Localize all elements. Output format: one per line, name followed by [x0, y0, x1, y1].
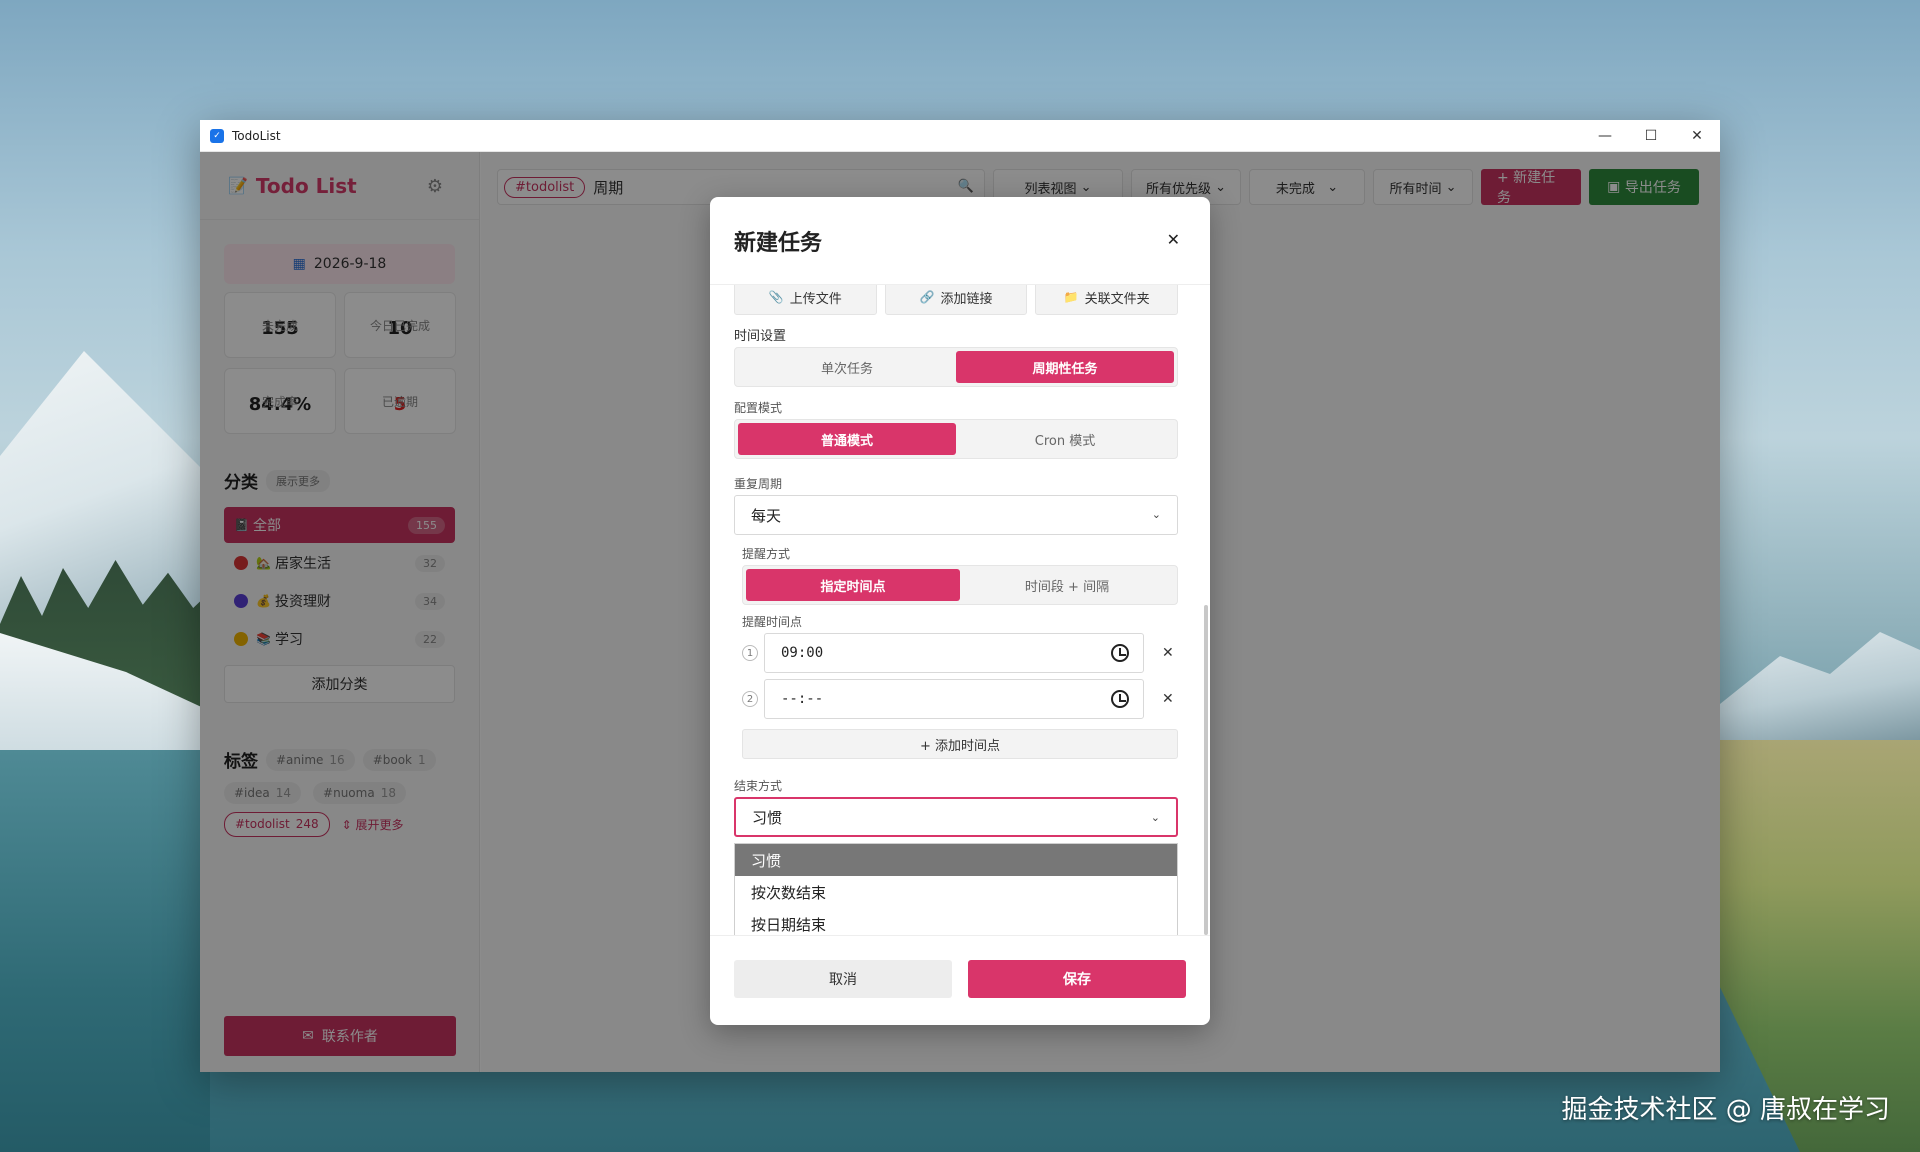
remove-time-icon[interactable]: ✕ [1162, 691, 1174, 707]
time-value: 09:00 [781, 645, 824, 661]
remind-time-row: 1 09:00 ✕ [742, 633, 1178, 673]
interval-option[interactable]: 时间段 + 间隔 [960, 569, 1174, 601]
time-value: --:-- [781, 691, 824, 707]
end-label: 结束方式 [734, 779, 783, 793]
repeat-value: 每天 [751, 506, 782, 525]
time-settings-label: 时间设置 [734, 329, 787, 344]
add-time-button[interactable]: + 添加时间点 [742, 729, 1178, 759]
folder-icon: 📁 [1063, 290, 1079, 304]
dialog-footer: 取消 保存 [710, 935, 1210, 1025]
remind-time-row: 2 --:-- ✕ [742, 679, 1178, 719]
cron-mode-option[interactable]: Cron 模式 [956, 423, 1174, 455]
end-dropdown: 习惯 按次数结束 按日期结束 [734, 843, 1178, 935]
remind-times-label: 提醒时间点 [742, 615, 803, 629]
watermark: 掘金技术社区 @ 唐叔在学习 [1561, 1095, 1890, 1125]
fixed-time-option[interactable]: 指定时间点 [746, 569, 960, 601]
recurring-task-option[interactable]: 周期性任务 [956, 351, 1174, 383]
upload-file-button[interactable]: 📎 上传文件 [734, 285, 877, 315]
maximize-icon[interactable]: ☐ [1628, 120, 1674, 152]
clock-icon[interactable] [1111, 690, 1129, 708]
remove-time-icon[interactable]: ✕ [1162, 645, 1174, 661]
dialog-header: 新建任务 ✕ [710, 197, 1210, 285]
dialog-body: 📎 上传文件 🔗 添加链接 📁 关联文件夹 时间设置 单次任务 周期性任务 配置模式 … [710, 285, 1210, 935]
dialog-title: 新建任务 [734, 230, 823, 256]
config-mode-toggle: 普通模式 Cron 模式 [734, 419, 1178, 459]
normal-mode-option[interactable]: 普通模式 [738, 423, 956, 455]
dropdown-option[interactable]: 按日期结束 [735, 908, 1177, 935]
app-icon: ✓ [210, 128, 224, 143]
row-index: 1 [742, 645, 758, 661]
dialog-scrollbar[interactable] [1204, 605, 1208, 935]
repeat-select[interactable]: 每天 ⌄ [734, 495, 1178, 535]
time-input[interactable]: 09:00 [764, 633, 1144, 673]
link-icon: 🔗 [919, 290, 935, 304]
background-mountain-right [1720, 632, 1920, 740]
chevron-down-icon: ⌄ [1151, 508, 1161, 521]
link-folder-button[interactable]: 📁 关联文件夹 [1035, 285, 1179, 315]
remind-mode-toggle: 指定时间点 时间段 + 间隔 [742, 565, 1178, 605]
minimize-icon[interactable]: — [1582, 120, 1628, 152]
single-task-option[interactable]: 单次任务 [738, 351, 956, 383]
dropdown-option[interactable]: 按次数结束 [735, 876, 1177, 908]
cancel-button[interactable]: 取消 [734, 960, 952, 998]
background-lake-left [0, 750, 210, 1152]
dropdown-option[interactable]: 习惯 [735, 844, 1177, 876]
add-link-button[interactable]: 🔗 添加链接 [884, 285, 1028, 315]
end-value: 习惯 [752, 808, 783, 827]
new-task-dialog: 新建任务 ✕ 📎 上传文件 🔗 添加链接 📁 关联文件夹 时间设置 单次任务 周期性任… [710, 197, 1210, 1025]
repeat-label: 重复周期 [734, 477, 783, 491]
chevron-down-icon: ⌄ [1150, 811, 1160, 824]
attachment-row: 📎 上传文件 🔗 添加链接 📁 关联文件夹 [734, 285, 1179, 315]
title-bar: ✓ TodoList — ☐ ✕ [200, 120, 1720, 152]
row-index: 2 [742, 691, 758, 707]
close-icon[interactable]: ✕ [1167, 230, 1180, 249]
config-mode-label: 配置模式 [734, 401, 783, 415]
task-type-toggle: 单次任务 周期性任务 [734, 347, 1178, 387]
paperclip-icon: 📎 [768, 290, 784, 304]
save-button[interactable]: 保存 [968, 960, 1186, 998]
window-title: TodoList [232, 128, 281, 143]
close-icon[interactable]: ✕ [1674, 120, 1720, 152]
window-controls: — ☐ ✕ [1582, 120, 1720, 152]
remind-label: 提醒方式 [742, 547, 791, 561]
end-select[interactable]: 习惯 ⌄ [734, 797, 1178, 837]
clock-icon[interactable] [1111, 644, 1129, 662]
time-input[interactable]: --:-- [764, 679, 1144, 719]
